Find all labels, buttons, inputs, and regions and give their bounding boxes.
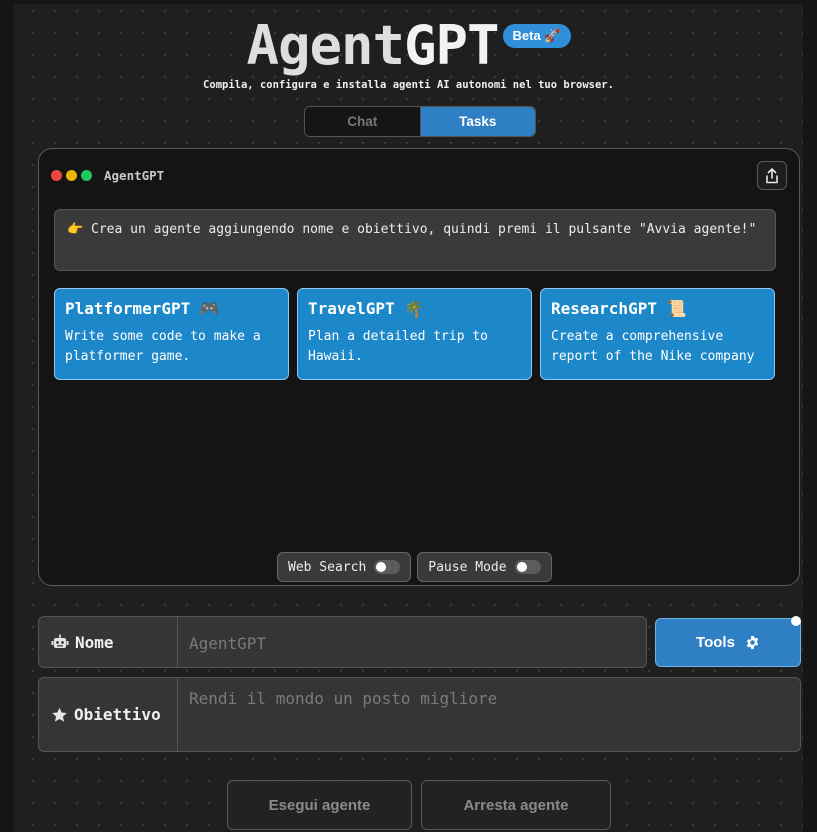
maximize-dot-icon [81, 170, 92, 181]
app-title: AgentGPT [246, 14, 500, 78]
beta-badge: Beta 🚀 [502, 24, 571, 48]
stop-agent-button[interactable]: Arresta agente [421, 780, 611, 830]
agent-window: AgentGPT 👉 Crea un agente aggiungendo no… [38, 148, 800, 586]
card-title: ResearchGPT 📜 [551, 299, 687, 318]
tools-label: Tools [696, 634, 735, 651]
app-title-gpt: GPT [404, 14, 500, 77]
app-title-agent: Agent [246, 14, 405, 77]
web-search-label: Web Search [288, 559, 367, 575]
goal-field-label: Obiettivo [39, 678, 178, 751]
window-frame-left [0, 0, 14, 832]
tools-button[interactable]: Tools [655, 618, 801, 667]
name-field-label: Nome [39, 617, 178, 667]
name-input[interactable] [187, 629, 631, 657]
notification-dot [791, 616, 801, 626]
pause-mode-switch[interactable] [514, 560, 541, 574]
beta-badge-label: Beta [512, 28, 541, 43]
header: AgentGPT Beta 🚀 [0, 14, 817, 78]
share-icon [766, 167, 778, 183]
run-agent-button[interactable]: Esegui agente [227, 780, 412, 830]
web-search-switch[interactable] [374, 560, 401, 574]
app-logo: AgentGPT Beta 🚀 [246, 14, 571, 78]
window-frame-top [0, 0, 817, 4]
card-description: Write some code to make a platformer gam… [65, 329, 261, 364]
name-field: Nome [38, 616, 647, 668]
goal-input[interactable] [187, 687, 791, 747]
tab-chat[interactable]: Chat [305, 107, 421, 136]
card-title: TravelGPT 🌴 [308, 299, 425, 318]
example-card-platformer[interactable]: PlatformerGPT 🎮 Write some code to make … [54, 288, 289, 380]
star-icon [52, 707, 67, 722]
pause-mode-toggle[interactable]: Pause Mode [417, 552, 552, 582]
card-title: PlatformerGPT 🎮 [65, 299, 220, 318]
robot-icon [51, 634, 69, 648]
window-controls [51, 170, 92, 181]
pause-mode-label: Pause Mode [428, 559, 507, 575]
rocket-icon: 🚀 [544, 28, 561, 43]
card-description: Create a comprehensive report of the Nik… [551, 329, 755, 364]
share-button[interactable] [757, 161, 787, 190]
window-title: AgentGPT [104, 168, 165, 183]
goal-field: Obiettivo [38, 677, 801, 752]
example-cards: PlatformerGPT 🎮 Write some code to make … [54, 288, 775, 380]
mode-switches: Web Search Pause Mode [277, 552, 552, 582]
example-card-travel[interactable]: TravelGPT 🌴 Plan a detailed trip to Hawa… [297, 288, 532, 380]
window-frame-right [803, 0, 817, 832]
instruction-message: 👉 Crea un agente aggiungendo nome e obie… [54, 209, 776, 271]
close-dot-icon [51, 170, 62, 181]
goal-label-text: Obiettivo [74, 705, 161, 724]
example-card-research[interactable]: ResearchGPT 📜 Create a comprehensive rep… [540, 288, 775, 380]
tab-tasks[interactable]: Tasks [420, 107, 535, 136]
card-description: Plan a detailed trip to Hawaii. [308, 329, 489, 364]
minimize-dot-icon [66, 170, 77, 181]
mode-toggle: Chat Tasks [304, 106, 536, 137]
web-search-toggle[interactable]: Web Search [277, 552, 412, 582]
name-label-text: Nome [75, 632, 114, 652]
subtitle: Compila, configura e installa agenti AI … [203, 79, 614, 91]
gear-icon [746, 635, 759, 650]
